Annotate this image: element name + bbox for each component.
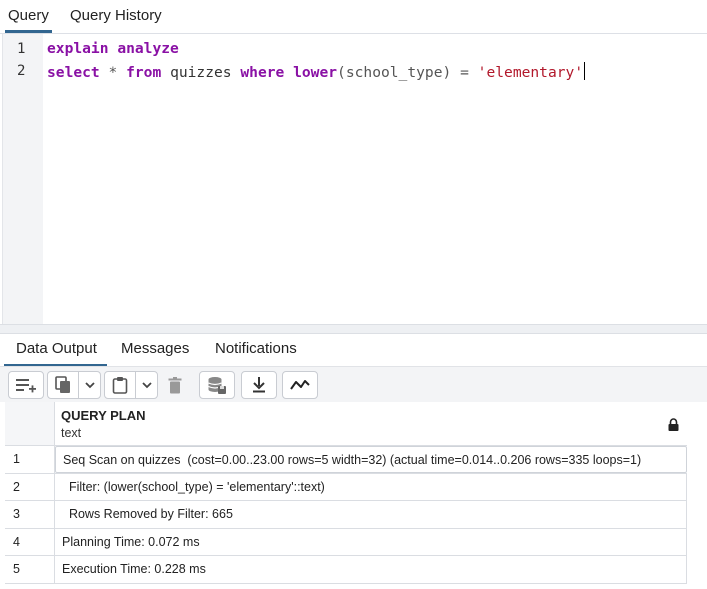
grid-header: QUERY PLAN text bbox=[5, 402, 687, 446]
graph-visualiser-button[interactable] bbox=[282, 371, 318, 399]
keyword-where: where bbox=[240, 64, 285, 81]
tab-messages[interactable]: Messages bbox=[121, 340, 189, 357]
tab-notifications[interactable]: Notifications bbox=[215, 340, 297, 357]
table-row[interactable]: 2 Filter: (lower(school_type) = 'element… bbox=[5, 473, 687, 501]
add-row-button[interactable] bbox=[8, 371, 44, 399]
star-operator: * bbox=[108, 64, 118, 81]
row-number[interactable]: 4 bbox=[5, 528, 55, 555]
copy-icon bbox=[55, 376, 70, 393]
download-icon bbox=[253, 377, 265, 393]
query-plan-cell[interactable]: Filter: (lower(school_type) = 'elementar… bbox=[55, 473, 687, 500]
download-button[interactable] bbox=[241, 371, 277, 399]
row-number[interactable]: 2 bbox=[5, 473, 55, 500]
paste-button[interactable] bbox=[105, 372, 135, 398]
query-tool-tabs: Query Query History bbox=[0, 0, 707, 34]
column-type: text bbox=[61, 426, 82, 440]
row-number[interactable]: 5 bbox=[5, 556, 55, 583]
add-row-icon bbox=[16, 379, 36, 393]
delete-row-button[interactable] bbox=[161, 371, 189, 399]
table-name: quizzes bbox=[170, 64, 232, 81]
row-number-header[interactable] bbox=[5, 402, 55, 445]
sql-editor[interactable]: 1 2 explain analyze select * from quizze… bbox=[0, 34, 707, 324]
paste-button-group bbox=[104, 371, 158, 399]
line-number: 2 bbox=[17, 63, 26, 79]
paste-options-dropdown[interactable] bbox=[135, 372, 157, 398]
copy-options-dropdown[interactable] bbox=[78, 372, 100, 398]
query-plan-cell[interactable]: Rows Removed by Filter: 665 bbox=[55, 501, 687, 528]
query-plan-grid: QUERY PLAN text 1 Seq Scan on quizzes (c… bbox=[5, 402, 687, 584]
delete-icon bbox=[168, 376, 182, 393]
data-output-toolbar bbox=[0, 366, 707, 402]
lock-icon bbox=[668, 418, 679, 431]
code-line-1[interactable]: explain analyze bbox=[47, 40, 179, 57]
keyword-analyze: analyze bbox=[117, 40, 179, 57]
paste-icon bbox=[112, 377, 128, 394]
tab-data-output[interactable]: Data Output bbox=[4, 340, 107, 367]
table-row[interactable]: 3 Rows Removed by Filter: 665 bbox=[5, 501, 687, 529]
panel-splitter[interactable] bbox=[0, 324, 707, 334]
function-lower: lower bbox=[293, 64, 338, 81]
save-data-icon bbox=[208, 377, 226, 394]
query-plan-cell[interactable]: Planning Time: 0.072 ms bbox=[55, 528, 687, 555]
code-line-2[interactable]: select * from quizzes where lower(school… bbox=[47, 62, 586, 81]
keyword-from: from bbox=[126, 64, 162, 81]
line-number: 1 bbox=[17, 41, 26, 57]
tab-query-history[interactable]: Query History bbox=[70, 7, 162, 24]
chevron-down-icon bbox=[141, 381, 152, 388]
query-plan-cell[interactable]: Seq Scan on quizzes (cost=0.00..23.00 ro… bbox=[55, 446, 687, 473]
save-data-button[interactable] bbox=[199, 371, 235, 399]
keyword-explain: explain bbox=[47, 40, 109, 57]
line-number-gutter: 1 2 bbox=[2, 34, 43, 324]
row-number[interactable]: 1 bbox=[5, 446, 55, 473]
chevron-down-icon bbox=[84, 381, 95, 388]
tab-query[interactable]: Query bbox=[5, 7, 52, 33]
table-row[interactable]: 5 Execution Time: 0.228 ms bbox=[5, 556, 687, 584]
keyword-select: select bbox=[47, 64, 100, 81]
text-cursor bbox=[584, 62, 586, 80]
row-number[interactable]: 3 bbox=[5, 501, 55, 528]
copy-button[interactable] bbox=[48, 372, 78, 398]
query-plan-cell[interactable]: Execution Time: 0.228 ms bbox=[55, 556, 687, 583]
column-title[interactable]: QUERY PLAN bbox=[61, 408, 146, 423]
output-tabs: Data Output Messages Notifications bbox=[0, 334, 707, 367]
graph-icon bbox=[290, 380, 310, 390]
table-row[interactable]: 1 Seq Scan on quizzes (cost=0.00..23.00 … bbox=[5, 446, 687, 474]
string-literal: 'elementary' bbox=[477, 64, 584, 81]
copy-button-group bbox=[47, 371, 101, 399]
table-row[interactable]: 4 Planning Time: 0.072 ms bbox=[5, 528, 687, 556]
equals-operator: = bbox=[460, 64, 469, 81]
function-args: (school_type) bbox=[337, 64, 452, 81]
